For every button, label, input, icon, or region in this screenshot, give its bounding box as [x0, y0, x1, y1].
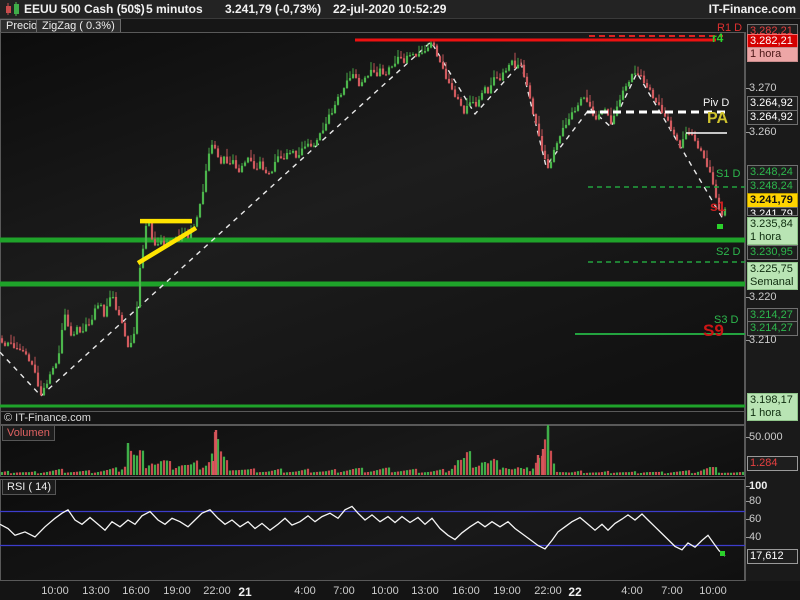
price-axis-box: 1.284	[747, 456, 798, 471]
price-axis-tick: 40	[746, 531, 798, 544]
volume-panel[interactable]	[0, 425, 745, 477]
price-axis-box: 3.241,79	[747, 193, 798, 208]
time-axis-label: 10:00	[371, 585, 399, 597]
indicator-tabs-row: Precio ZigZag ( 0.3%)	[0, 19, 800, 33]
price-axis-box: 3.248,24	[747, 179, 798, 194]
time-axis-label: 16:00	[122, 585, 150, 597]
time-axis-label: 19:00	[163, 585, 191, 597]
price-axis-box: 3.264,92	[747, 96, 798, 111]
instrument-title: EEUU 500 Cash (50$)	[24, 2, 145, 16]
price-axis-box: 3.264,92	[747, 110, 798, 125]
time-axis-label: 13:00	[82, 585, 110, 597]
brand-label: IT-Finance.com	[708, 2, 796, 16]
price-axis-tick: 3.220	[746, 291, 798, 304]
s2d-level-label: S2 D	[716, 246, 741, 258]
price-axis-tick: 50.000	[746, 431, 798, 444]
title-bar: EEUU 500 Cash (50$) 5 minutos 3.241,79 (…	[0, 0, 800, 19]
time-axis-label: 22	[568, 585, 582, 599]
volume-indicator-label[interactable]: Volumen	[2, 425, 55, 441]
time-axis-label: 7:00	[333, 585, 355, 597]
time-axis-label: 10:00	[699, 585, 727, 597]
s1d-level-label: S1 D	[716, 168, 741, 180]
tab-zigzag[interactable]: ZigZag ( 0.3%)	[36, 19, 121, 33]
rsi-indicator-label[interactable]: RSI ( 14)	[2, 479, 57, 495]
price-chart-panel[interactable]	[0, 32, 745, 412]
price-axis-box: 3.230,95	[747, 245, 798, 260]
price-axis-tick: 80	[746, 495, 798, 508]
last-price-change: 3.241,79 (-0,73%)	[225, 2, 322, 16]
time-axis-label: 10:00	[41, 585, 69, 597]
time-axis-label: 22:00	[534, 585, 562, 597]
time-axis-label: 7:00	[661, 585, 683, 597]
price-axis-box: 1 hora	[747, 47, 798, 62]
price-axis[interactable]: 3.282,21 3.282,21 1 hora 3.270 3.264,92 3.264…	[745, 24, 800, 581]
price-axis-tick: 100	[746, 480, 798, 493]
price-axis-box: 3.248,24	[747, 165, 798, 180]
rsi-panel[interactable]	[0, 479, 745, 581]
price-axis-tick: 3.260	[746, 126, 798, 139]
time-axis-label: 19:00	[493, 585, 521, 597]
time-axis-label: 21	[238, 585, 252, 599]
time-axis-label: 16:00	[452, 585, 480, 597]
s9-wave-label: S9	[703, 321, 724, 340]
price-axis-tick: 3.210	[746, 334, 798, 347]
price-axis-box: 3.225,75 Semanal	[747, 262, 798, 290]
time-axis-label: 4:00	[621, 585, 643, 597]
s1-wave-label: s1	[710, 198, 726, 214]
watermark: © IT-Finance.com	[4, 412, 91, 424]
pa-annotation-label: PA	[707, 110, 729, 127]
price-axis-box: 17,612	[747, 549, 798, 564]
r4-level-label: r4	[712, 31, 724, 45]
candlestick-icon	[6, 2, 19, 16]
price-axis-box: 3.241,79	[747, 207, 798, 216]
price-axis-tick: 60	[746, 513, 798, 526]
price-axis-tick: 3.270	[746, 82, 798, 95]
timeframe-label: 5 minutos	[146, 2, 203, 16]
datetime-label: 22-jul-2020 10:52:29	[333, 2, 447, 16]
trading-app-window: EEUU 500 Cash (50$) 5 minutos 3.241,79 (…	[0, 0, 800, 600]
time-axis-label: 4:00	[294, 585, 316, 597]
price-axis-box: 3.198,17 1 hora	[747, 393, 798, 421]
time-axis-label: 22:00	[203, 585, 231, 597]
time-axis-label: 13:00	[411, 585, 439, 597]
price-axis-box: 3.235,84 1 hora	[747, 217, 798, 245]
copyright-row	[0, 412, 745, 425]
pivot-level-label: Piv D	[703, 97, 730, 109]
